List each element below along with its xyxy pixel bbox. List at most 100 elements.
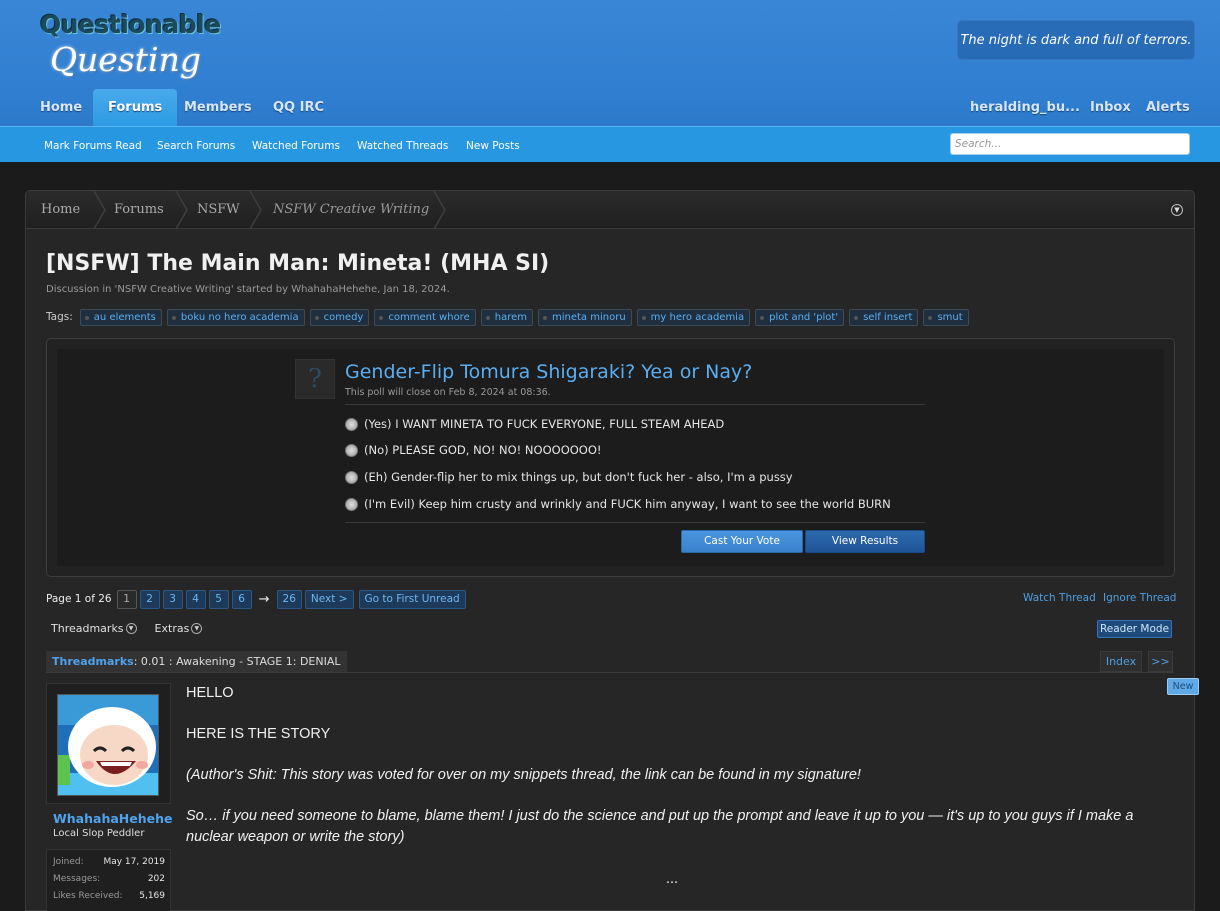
nav-alerts[interactable]: Alerts bbox=[1146, 89, 1190, 126]
post-line: (Author's Shit: This story was voted for… bbox=[186, 767, 861, 783]
post-ellipsis: ... bbox=[666, 871, 679, 887]
poll-option-label: (Yes) I WANT MINETA TO FUCK EVERYONE, FU… bbox=[364, 417, 725, 431]
tag[interactable]: smut bbox=[923, 308, 969, 326]
view-results-button[interactable]: View Results bbox=[805, 530, 925, 553]
threadmark-label: Threadmarks bbox=[52, 655, 134, 668]
breadcrumb-nsfw-creative-writing[interactable]: NSFW Creative Writing bbox=[273, 191, 429, 229]
message-author: WhahahaHehehe Local Slop Peddler Joined:… bbox=[46, 683, 172, 911]
sub-nav: Mark Forums Read Search Forums Watched F… bbox=[0, 126, 1220, 162]
nav-tab-forums[interactable]: Forums bbox=[93, 89, 178, 126]
poll-option[interactable]: (No) PLEASE GOD, NO! NO! NOOOOOOO! bbox=[345, 442, 602, 458]
tag[interactable]: my hero academia bbox=[636, 308, 751, 326]
avatar-frame bbox=[46, 683, 171, 804]
tag[interactable]: plot and 'plot' bbox=[755, 308, 845, 326]
extras-menu[interactable]: Extras ▼ bbox=[155, 622, 203, 635]
post-line: HELLO bbox=[186, 685, 234, 701]
breadcrumb-home[interactable]: Home bbox=[41, 191, 80, 229]
site-logo[interactable]: Questionable Questing bbox=[40, 10, 221, 80]
cast-vote-button[interactable]: Cast Your Vote bbox=[681, 530, 803, 553]
thread-title: [NSFW] The Main Man: Mineta! (MHA SI) bbox=[46, 251, 550, 276]
radio-button[interactable] bbox=[345, 470, 358, 484]
post-line: HERE IS THE STORY bbox=[186, 726, 331, 742]
tag[interactable]: comedy bbox=[309, 308, 370, 326]
ignore-thread-link[interactable]: Ignore Thread bbox=[1103, 592, 1176, 604]
divider bbox=[46, 672, 1174, 673]
stat-label: Likes Received: bbox=[53, 891, 123, 901]
nav-tab-qq-irc[interactable]: QQ IRC bbox=[273, 89, 324, 126]
page-link-current[interactable]: 1 bbox=[116, 589, 137, 609]
stat-row: Joined: May 17, 2019 bbox=[53, 857, 165, 872]
nav-tab-members[interactable]: Members bbox=[184, 89, 252, 126]
tag[interactable]: mineta minoru bbox=[538, 308, 632, 326]
breadcrumb-separator-icon bbox=[433, 191, 446, 229]
threadmark-bar[interactable]: Threadmarks: 0.01 : Awakening - STAGE 1:… bbox=[46, 651, 347, 672]
poll-option[interactable]: (Yes) I WANT MINETA TO FUCK EVERYONE, FU… bbox=[345, 416, 724, 432]
subnav-watched-forums[interactable]: Watched Forums bbox=[252, 140, 340, 152]
author-stats: Joined: May 17, 2019 Messages: 202 Likes… bbox=[46, 849, 171, 911]
subnav-new-posts[interactable]: New Posts bbox=[466, 140, 520, 152]
watch-thread-link[interactable]: Watch Thread bbox=[1023, 592, 1096, 604]
breadcrumb-forums[interactable]: Forums bbox=[114, 191, 164, 229]
subnav-search-forums[interactable]: Search Forums bbox=[157, 140, 235, 152]
logo-text-top: Questionable bbox=[40, 10, 221, 39]
poll-option-label: (I'm Evil) Keep him crusty and wrinkly a… bbox=[364, 497, 891, 511]
breadcrumb-separator-icon bbox=[249, 191, 262, 229]
subnav-watched-threads[interactable]: Watched Threads bbox=[357, 140, 448, 152]
chevron-down-icon[interactable]: ▼ bbox=[1171, 204, 1183, 216]
thread-tools: Threadmarks ▼ Extras ▼ bbox=[46, 622, 203, 635]
poll-option[interactable]: (Eh) Gender-flip her to mix things up, b… bbox=[345, 469, 793, 485]
threadmarks-menu-label: Threadmarks bbox=[51, 622, 124, 635]
radio-button[interactable] bbox=[345, 417, 358, 431]
tag[interactable]: harem bbox=[480, 308, 533, 326]
page-link[interactable]: 6 bbox=[231, 589, 252, 609]
poll-box: ? Gender-Flip Tomura Shigaraki? Yea or N… bbox=[46, 338, 1175, 577]
threadmark-title: : 0.01 : Awakening - STAGE 1: DENIAL bbox=[133, 655, 341, 668]
poll-panel: ? Gender-Flip Tomura Shigaraki? Yea or N… bbox=[57, 349, 1164, 566]
tags-label: Tags: bbox=[46, 311, 73, 323]
nav-tab-home[interactable]: Home bbox=[40, 89, 82, 126]
threadmark-index-button[interactable]: Index bbox=[1100, 651, 1142, 672]
avatar[interactable] bbox=[57, 694, 159, 796]
stat-label: Messages: bbox=[53, 874, 101, 884]
tag[interactable]: au elements bbox=[79, 308, 162, 326]
tag[interactable]: self insert bbox=[849, 308, 919, 326]
stat-value[interactable]: 5,169 bbox=[139, 891, 165, 906]
breadcrumb: Home Forums NSFW NSFW Creative Writing ▼ bbox=[26, 191, 1194, 229]
page-skip-arrow-icon[interactable]: → bbox=[259, 592, 270, 607]
threadmark-next-button[interactable]: >> bbox=[1148, 651, 1173, 672]
poll-question-icon: ? bbox=[295, 359, 335, 399]
tag[interactable]: boku no hero academia bbox=[166, 308, 305, 326]
search-input[interactable]: Search... bbox=[950, 133, 1190, 155]
poll-question: Gender-Flip Tomura Shigaraki? Yea or Nay… bbox=[345, 361, 753, 383]
thread-tags: Tags: au elements boku no hero academia … bbox=[46, 308, 969, 326]
site-tagline: The night is dark and full of terrors. bbox=[957, 20, 1195, 60]
post-line: So… if you need someone to blame, blame … bbox=[186, 808, 1134, 824]
threadmarks-menu[interactable]: Threadmarks ▼ bbox=[51, 622, 137, 635]
breadcrumb-nsfw[interactable]: NSFW bbox=[197, 191, 240, 229]
nav-user-account[interactable]: heralding_bu... bbox=[970, 89, 1080, 126]
new-badge: New bbox=[1167, 678, 1199, 695]
subnav-mark-forums-read[interactable]: Mark Forums Read bbox=[44, 140, 142, 152]
poll-option-label: (No) PLEASE GOD, NO! NO! NOOOOOOO! bbox=[364, 443, 602, 457]
poll-option[interactable]: (I'm Evil) Keep him crusty and wrinkly a… bbox=[345, 496, 891, 512]
tag[interactable]: comment whore bbox=[374, 308, 476, 326]
reader-mode-button[interactable]: Reader Mode bbox=[1097, 620, 1172, 638]
extras-menu-label: Extras bbox=[154, 622, 190, 635]
author-name[interactable]: WhahahaHehehe bbox=[53, 811, 172, 826]
pagination: Page 1 of 26 1 2 3 4 5 6 → 26 Next > Go … bbox=[46, 589, 466, 609]
poll-close-date: This poll will close on Feb 8, 2024 at 0… bbox=[345, 387, 551, 398]
page-indicator: Page 1 of 26 bbox=[46, 593, 112, 605]
page-link[interactable]: 2 bbox=[139, 589, 160, 609]
stat-label: Joined: bbox=[53, 857, 84, 867]
page-link[interactable]: 5 bbox=[208, 589, 229, 609]
thread-meta: Discussion in 'NSFW Creative Writing' st… bbox=[46, 284, 450, 295]
next-page-button[interactable]: Next > bbox=[304, 589, 354, 609]
page-link[interactable]: 4 bbox=[185, 589, 206, 609]
page-link-last[interactable]: 26 bbox=[276, 589, 302, 609]
stat-row: Messages: 202 bbox=[53, 874, 165, 889]
radio-button[interactable] bbox=[345, 497, 358, 511]
radio-button[interactable] bbox=[345, 443, 358, 457]
page-link[interactable]: 3 bbox=[162, 589, 183, 609]
first-unread-button[interactable]: Go to First Unread bbox=[358, 589, 466, 609]
nav-inbox[interactable]: Inbox bbox=[1090, 89, 1131, 126]
